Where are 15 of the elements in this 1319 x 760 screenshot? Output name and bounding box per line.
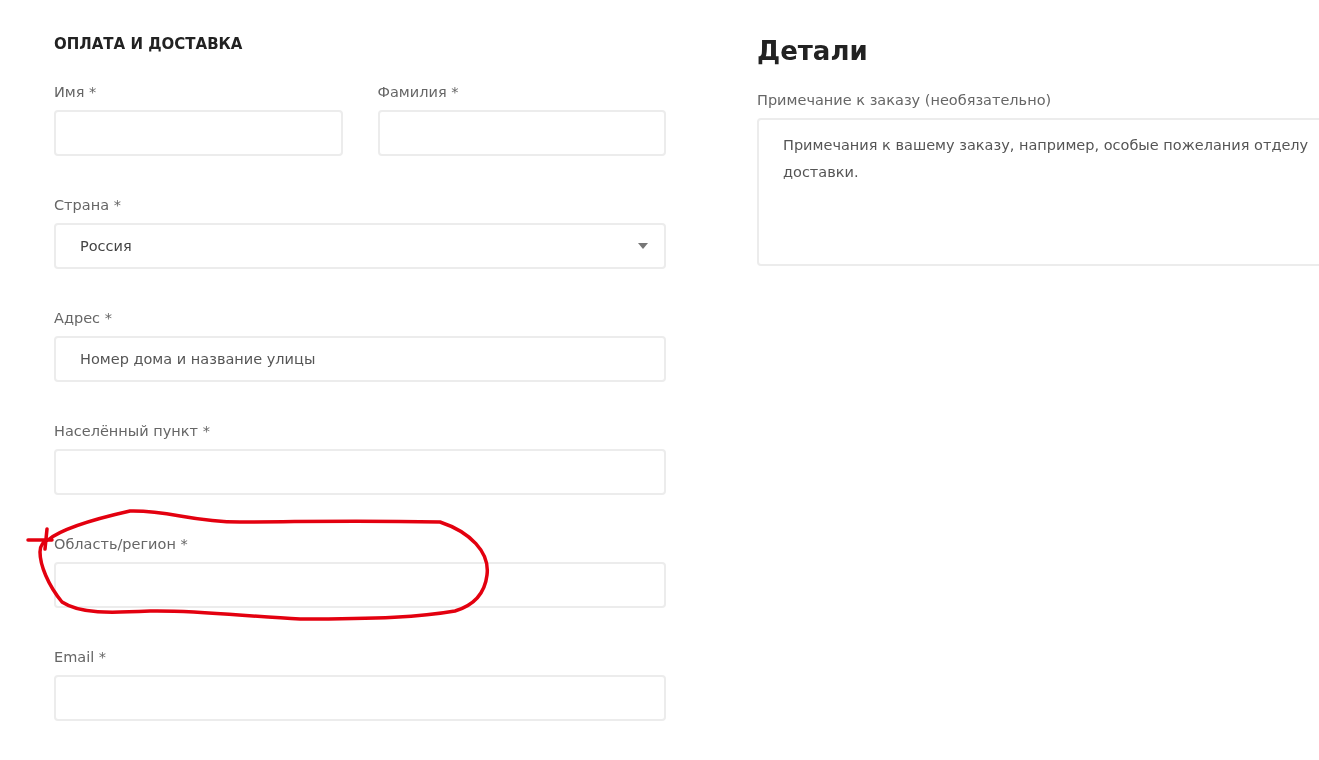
field-label: Адрес *	[54, 309, 112, 328]
field-label: Имя *	[54, 83, 97, 102]
input-field[interactable]	[54, 562, 666, 608]
notes-textarea[interactable]: Примечания к вашему заказу, например, особые пожелания отделу доставки.	[757, 118, 1319, 266]
field-label: Фамилия *	[377, 83, 459, 102]
field-label: Примечание к заказу (необязательно)	[757, 91, 1052, 110]
field-label: Страна *	[54, 196, 121, 215]
field-label: Область/регион *	[54, 535, 188, 554]
field-label: Email *	[54, 648, 107, 667]
section-title: ОПЛАТА И ДОСТАВКА	[54, 34, 244, 54]
section-title: Детали	[757, 36, 869, 66]
input-field[interactable]: Номер дома и название улицы	[54, 336, 666, 382]
country-dropdown[interactable]: Россия	[54, 223, 666, 269]
caret-icon	[638, 243, 648, 249]
field-label: Населённый пункт *	[54, 422, 210, 441]
